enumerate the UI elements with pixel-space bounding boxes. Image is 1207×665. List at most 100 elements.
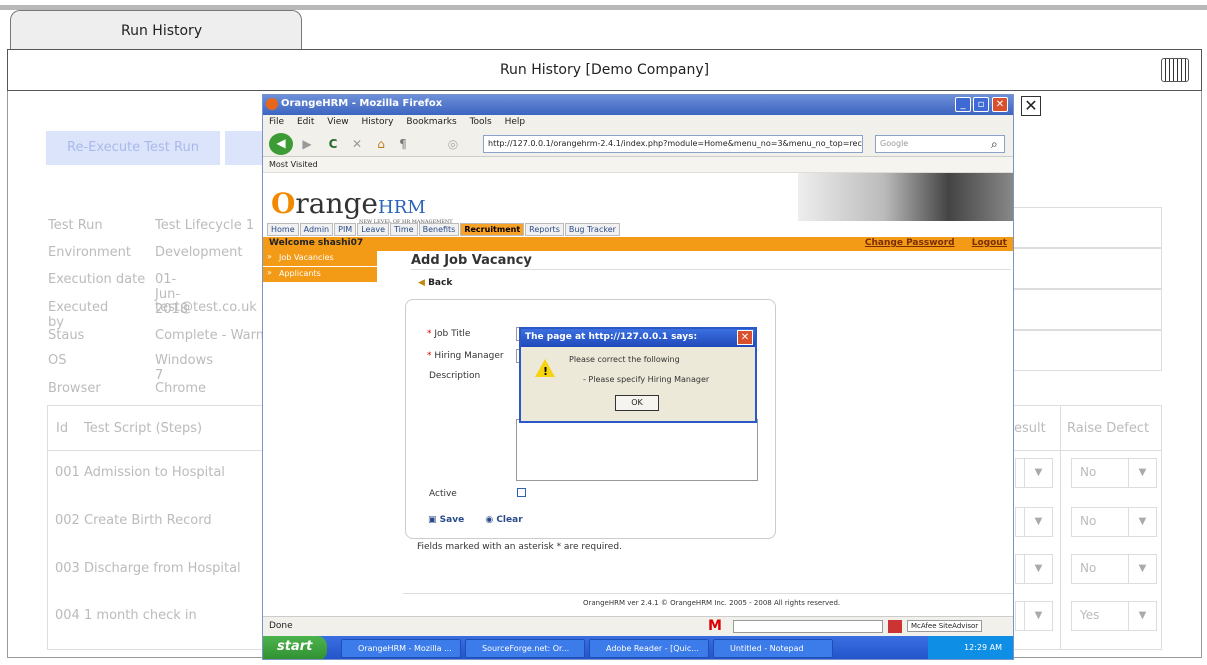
chevron-down-icon: ▼ [1024, 508, 1052, 536]
task-sourceforge[interactable]: SourceForge.net: Or... [465, 639, 585, 658]
chevron-down-icon: ▼ [1024, 555, 1052, 583]
tab-leave[interactable]: Leave [357, 223, 390, 236]
result-select[interactable]: ▼ [1015, 554, 1053, 584]
clear-icon: ◉ [485, 515, 494, 525]
forward-arrow-icon[interactable]: ▶ [297, 134, 317, 154]
tab-time[interactable]: Time [390, 223, 418, 236]
row-id: 004 [55, 608, 80, 623]
close-icon[interactable]: ✕ [1021, 96, 1041, 116]
header-photo [798, 173, 1013, 221]
alert-dialog: The page at http://127.0.0.1 says: ✕ ! P… [519, 327, 757, 423]
menu-view[interactable]: View [327, 117, 348, 127]
active-checkbox[interactable] [517, 488, 526, 497]
grid-header-result: esult [1014, 421, 1046, 436]
defect-select[interactable]: No ▼ [1071, 458, 1157, 488]
firefox-icon [266, 98, 278, 110]
detail-panel-box [1012, 248, 1162, 289]
menu-help[interactable]: Help [505, 117, 526, 127]
active-label: Active [429, 489, 457, 499]
search-icon[interactable]: ⌕ [991, 137, 998, 152]
reexecute-button[interactable]: Re-Execute Test Run [46, 131, 220, 165]
tab-label: Run History [121, 23, 203, 39]
save-button[interactable]: ▣ Save [428, 515, 464, 525]
detail-label: Environment [48, 245, 132, 260]
detail-label: Test Run [48, 218, 103, 233]
tab-recruitment[interactable]: Recruitment [460, 223, 525, 236]
menu-bookmarks[interactable]: Bookmarks [406, 117, 456, 127]
browser-menubar: File Edit View History Bookmarks Tools H… [263, 115, 1013, 131]
back-link[interactable]: ◀ Back [418, 278, 452, 288]
menu-tools[interactable]: Tools [470, 117, 492, 127]
defect-value: No [1080, 514, 1097, 528]
alert-line-1: Please correct the following [569, 355, 680, 364]
bookmark-most-visited[interactable]: Most Visited [269, 160, 318, 169]
tab-pim[interactable]: PIM [334, 223, 357, 236]
row-id: 001 [55, 465, 80, 480]
task-notepad[interactable]: Untitled - Notepad [713, 639, 833, 658]
url-bar[interactable]: http://127.0.0.1/orangehrm-2.4.1/index.p… [483, 135, 863, 153]
menu-history[interactable]: History [361, 117, 393, 127]
grid-divider [1060, 405, 1061, 650]
columns-icon[interactable] [1161, 58, 1189, 82]
tab-run-history[interactable]: Run History [10, 10, 302, 50]
stop-icon[interactable]: ✕ [347, 134, 367, 154]
tools-icon[interactable]: ¶ [393, 134, 413, 154]
row-name: Create Birth Record [84, 513, 212, 528]
alert-close-icon[interactable]: ✕ [737, 330, 753, 345]
chevron-down-icon: ▼ [1128, 602, 1156, 630]
browser-titlebar: OrangeHRM - Mozilla Firefox [263, 95, 1013, 115]
task-adobe-reader[interactable]: Adobe Reader - [Quic... [589, 639, 709, 658]
row-name: Discharge from Hospital [84, 561, 241, 576]
result-select[interactable]: ▼ [1015, 601, 1053, 631]
status-search-box[interactable] [733, 620, 883, 633]
tab-bug-tracker[interactable]: Bug Tracker [564, 223, 620, 236]
welcome-text: Welcome shashi07 [269, 238, 364, 248]
tab-reports[interactable]: Reports [525, 223, 564, 236]
chevron-down-icon: ▼ [1128, 555, 1156, 583]
result-select[interactable]: ▼ [1015, 458, 1053, 488]
clear-button[interactable]: ◉ Clear [485, 515, 522, 525]
home-icon[interactable]: ⌂ [371, 134, 391, 154]
detail-panel-box [1012, 289, 1162, 330]
footer-divider [403, 593, 1013, 594]
save-icon: ▣ [428, 515, 437, 525]
row-id: 003 [55, 561, 80, 576]
reload-icon[interactable]: C [323, 134, 343, 154]
side-menu-job-vacancies[interactable]: Job Vacancies [263, 251, 377, 267]
red-tool-icon[interactable] [888, 620, 902, 633]
globe-icon: ◎ [447, 137, 459, 151]
mcafee-siteadvisor-button[interactable]: McAfee SiteAdvisor [907, 620, 983, 632]
status-text: Done [269, 621, 293, 631]
detail-label: Executed by [48, 300, 109, 330]
side-menu-applicants[interactable]: Applicants [263, 267, 377, 283]
menu-edit[interactable]: Edit [297, 117, 314, 127]
row-name: Admission to Hospital [84, 465, 225, 480]
minimize-icon[interactable]: _ [955, 97, 971, 112]
logout-link[interactable]: Logout [972, 238, 1007, 248]
alert-title: The page at http://127.0.0.1 says: [521, 329, 755, 347]
start-button[interactable]: start [263, 636, 327, 659]
system-tray: 12:29 AM [928, 636, 1013, 659]
maximize-icon[interactable]: ▫ [973, 97, 989, 112]
result-select[interactable]: ▼ [1015, 507, 1053, 537]
tab-home[interactable]: Home [267, 223, 299, 236]
task-orangehrm[interactable]: OrangeHRM - Mozilla ... [341, 639, 461, 658]
chevron-down-icon: ▼ [1128, 508, 1156, 536]
menu-file[interactable]: File [269, 117, 284, 127]
secondary-button[interactable] [225, 131, 265, 165]
ok-button[interactable]: OK [615, 395, 659, 411]
tab-admin[interactable]: Admin [299, 223, 334, 236]
tab-benefits[interactable]: Benefits [418, 223, 460, 236]
page-header: Run History [Demo Company] [7, 49, 1202, 91]
search-input[interactable]: Google [875, 135, 1005, 153]
back-arrow-icon[interactable]: ◀ [269, 133, 293, 155]
defect-select[interactable]: No ▼ [1071, 507, 1157, 537]
window-close-icon[interactable]: ✕ [992, 97, 1008, 112]
defect-select[interactable]: Yes ▼ [1071, 601, 1157, 631]
change-password-link[interactable]: Change Password [865, 238, 955, 248]
defect-select[interactable]: No ▼ [1071, 554, 1157, 584]
job-title-label: * Job Title [427, 329, 471, 339]
description-textarea[interactable] [516, 419, 758, 481]
detail-label: OS [48, 353, 67, 368]
defect-value: Yes [1080, 608, 1100, 622]
